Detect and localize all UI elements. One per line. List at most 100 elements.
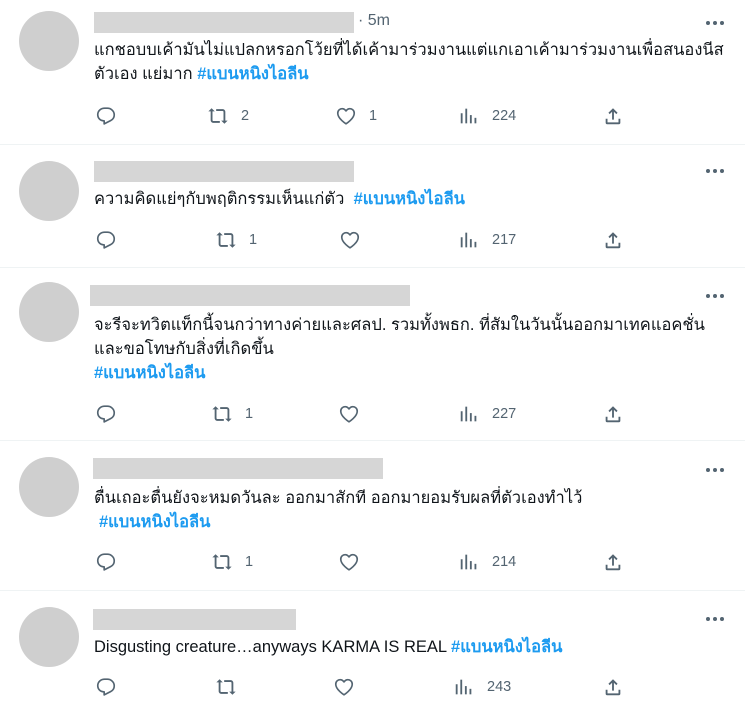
- separator-dot: ·: [358, 12, 368, 29]
- more-icon: [706, 169, 724, 173]
- like-icon: [334, 678, 354, 696]
- retweet-count: 1: [245, 554, 254, 570]
- like-icon: [336, 107, 356, 125]
- avatar[interactable]: [19, 607, 79, 667]
- redacted-author-name: [93, 458, 383, 479]
- avatar[interactable]: [19, 457, 79, 517]
- share-button[interactable]: [602, 105, 624, 127]
- reply-icon: [96, 678, 116, 696]
- retweet-icon: [208, 108, 228, 124]
- tweet[interactable]: จะรีจะทวิตแท็กนี้จนกว่าทางค่ายและศลป. รว…: [0, 268, 745, 441]
- views-icon: [460, 554, 477, 570]
- views-button[interactable]: 243: [453, 676, 511, 698]
- tweet-timestamp[interactable]: · 5m: [358, 12, 390, 30]
- reply-icon: [96, 553, 116, 571]
- hashtag-link[interactable]: #แบนหนิงไอลีน: [94, 364, 205, 382]
- share-button[interactable]: [602, 229, 624, 251]
- like-button[interactable]: [338, 551, 372, 573]
- timestamp-label: 5m: [367, 12, 391, 29]
- views-count: 227: [492, 406, 517, 422]
- like-button[interactable]: 1: [335, 105, 377, 127]
- tweet-body: จะรีจะทวิตแท็กนี้จนกว่าทางค่ายและศลป. รว…: [94, 316, 705, 358]
- reply-icon: [96, 405, 116, 423]
- retweet-button[interactable]: 2: [207, 105, 249, 127]
- more-button[interactable]: [703, 607, 727, 631]
- like-button[interactable]: [338, 403, 372, 425]
- redacted-author-name: [93, 609, 296, 630]
- redacted-author-name: [94, 161, 354, 182]
- share-icon: [605, 232, 621, 249]
- hashtag-link[interactable]: #แบนหนิงไอลีน: [197, 65, 308, 83]
- views-icon: [460, 406, 477, 422]
- like-count: 1: [369, 108, 378, 124]
- tweet-text: จะรีจะทวิตแท็กนี้จนกว่าทางค่ายและศลป. รว…: [94, 313, 724, 385]
- retweet-count: 2: [241, 108, 250, 124]
- more-icon: [706, 468, 724, 472]
- share-icon: [605, 406, 621, 423]
- reply-button[interactable]: [95, 403, 117, 425]
- tweet[interactable]: ความคิดแย่ๆกับพฤติกรรมเห็นแก่ตัว #แบนหนิ…: [0, 145, 745, 268]
- avatar[interactable]: [19, 282, 79, 342]
- like-button[interactable]: [339, 229, 373, 251]
- more-button[interactable]: [703, 458, 727, 482]
- hashtag-link[interactable]: #แบนหนิงไอลีน: [354, 190, 465, 208]
- tweet[interactable]: · 5m แกชอบบเค้ามันไม่แปลกหรอกโว้ยที่ได้เ…: [0, 0, 745, 145]
- reply-button[interactable]: [95, 676, 117, 698]
- views-count: 214: [492, 554, 517, 570]
- tweet-text: Disgusting creature…anyways KARMA IS REA…: [94, 635, 724, 659]
- share-button[interactable]: [602, 403, 624, 425]
- more-icon: [706, 294, 724, 298]
- tweet-text: แกชอบบเค้ามันไม่แปลกหรอกโว้ยที่ได้เค้ามา…: [94, 38, 724, 86]
- share-icon: [605, 554, 621, 571]
- views-button[interactable]: 224: [458, 105, 516, 127]
- tweet[interactable]: ตื่นเถอะตื่นยังจะหมดวันละ ออกมาสักที ออก…: [0, 441, 745, 591]
- avatar[interactable]: [19, 11, 79, 71]
- tweet-feed: · 5m แกชอบบเค้ามันไม่แปลกหรอกโว้ยที่ได้เ…: [0, 0, 745, 711]
- reply-button[interactable]: [95, 551, 117, 573]
- like-button[interactable]: [333, 676, 367, 698]
- tweet-body: ความคิดแย่ๆกับพฤติกรรมเห็นแก่ตัว: [94, 190, 354, 208]
- views-button[interactable]: 217: [458, 229, 516, 251]
- reply-button[interactable]: [95, 105, 117, 127]
- like-icon: [339, 405, 359, 423]
- retweet-button[interactable]: 1: [211, 403, 253, 425]
- redacted-author-name: [90, 285, 410, 306]
- retweet-button[interactable]: 1: [211, 551, 253, 573]
- redacted-author-name: [94, 12, 354, 33]
- tweet-text: ตื่นเถอะตื่นยังจะหมดวันละ ออกมาสักที ออก…: [94, 486, 724, 534]
- retweet-button[interactable]: 1: [215, 229, 257, 251]
- like-icon: [339, 553, 359, 571]
- views-icon: [460, 232, 477, 248]
- more-button[interactable]: [703, 159, 727, 183]
- retweet-button[interactable]: [215, 676, 249, 698]
- tweet-body: Disgusting creature…anyways KARMA IS REA…: [94, 638, 452, 656]
- retweet-icon: [212, 554, 232, 570]
- tweet-body: แกชอบบเค้ามันไม่แปลกหรอกโว้ยที่ได้เค้ามา…: [94, 41, 724, 83]
- share-button[interactable]: [602, 676, 624, 698]
- more-icon: [706, 617, 724, 621]
- share-button[interactable]: [602, 551, 624, 573]
- tweet-body: ตื่นเถอะตื่นยังจะหมดวันละ ออกมาสักที ออก…: [94, 489, 583, 507]
- share-icon: [605, 679, 621, 696]
- like-icon: [340, 231, 360, 249]
- tweet[interactable]: Disgusting creature…anyways KARMA IS REA…: [0, 591, 745, 711]
- more-button[interactable]: [703, 284, 727, 308]
- avatar[interactable]: [19, 161, 79, 221]
- retweet-count: 1: [245, 406, 254, 422]
- hashtag-link[interactable]: #แบนหนิงไอลีน: [451, 638, 562, 656]
- views-button[interactable]: 214: [458, 551, 516, 573]
- retweet-count: 1: [249, 232, 258, 248]
- hashtag-link[interactable]: #แบนหนิงไอลีน: [99, 513, 210, 531]
- tweet-text: ความคิดแย่ๆกับพฤติกรรมเห็นแก่ตัว #แบนหนิ…: [94, 187, 724, 211]
- reply-button[interactable]: [95, 229, 117, 251]
- retweet-icon: [212, 406, 232, 422]
- retweet-icon: [216, 232, 236, 248]
- reply-icon: [96, 231, 116, 249]
- views-button[interactable]: 227: [458, 403, 516, 425]
- retweet-icon: [216, 679, 236, 695]
- share-icon: [605, 108, 621, 125]
- more-button[interactable]: [703, 11, 727, 35]
- more-icon: [706, 21, 724, 25]
- views-count: 224: [492, 108, 517, 124]
- views-count: 243: [487, 679, 512, 695]
